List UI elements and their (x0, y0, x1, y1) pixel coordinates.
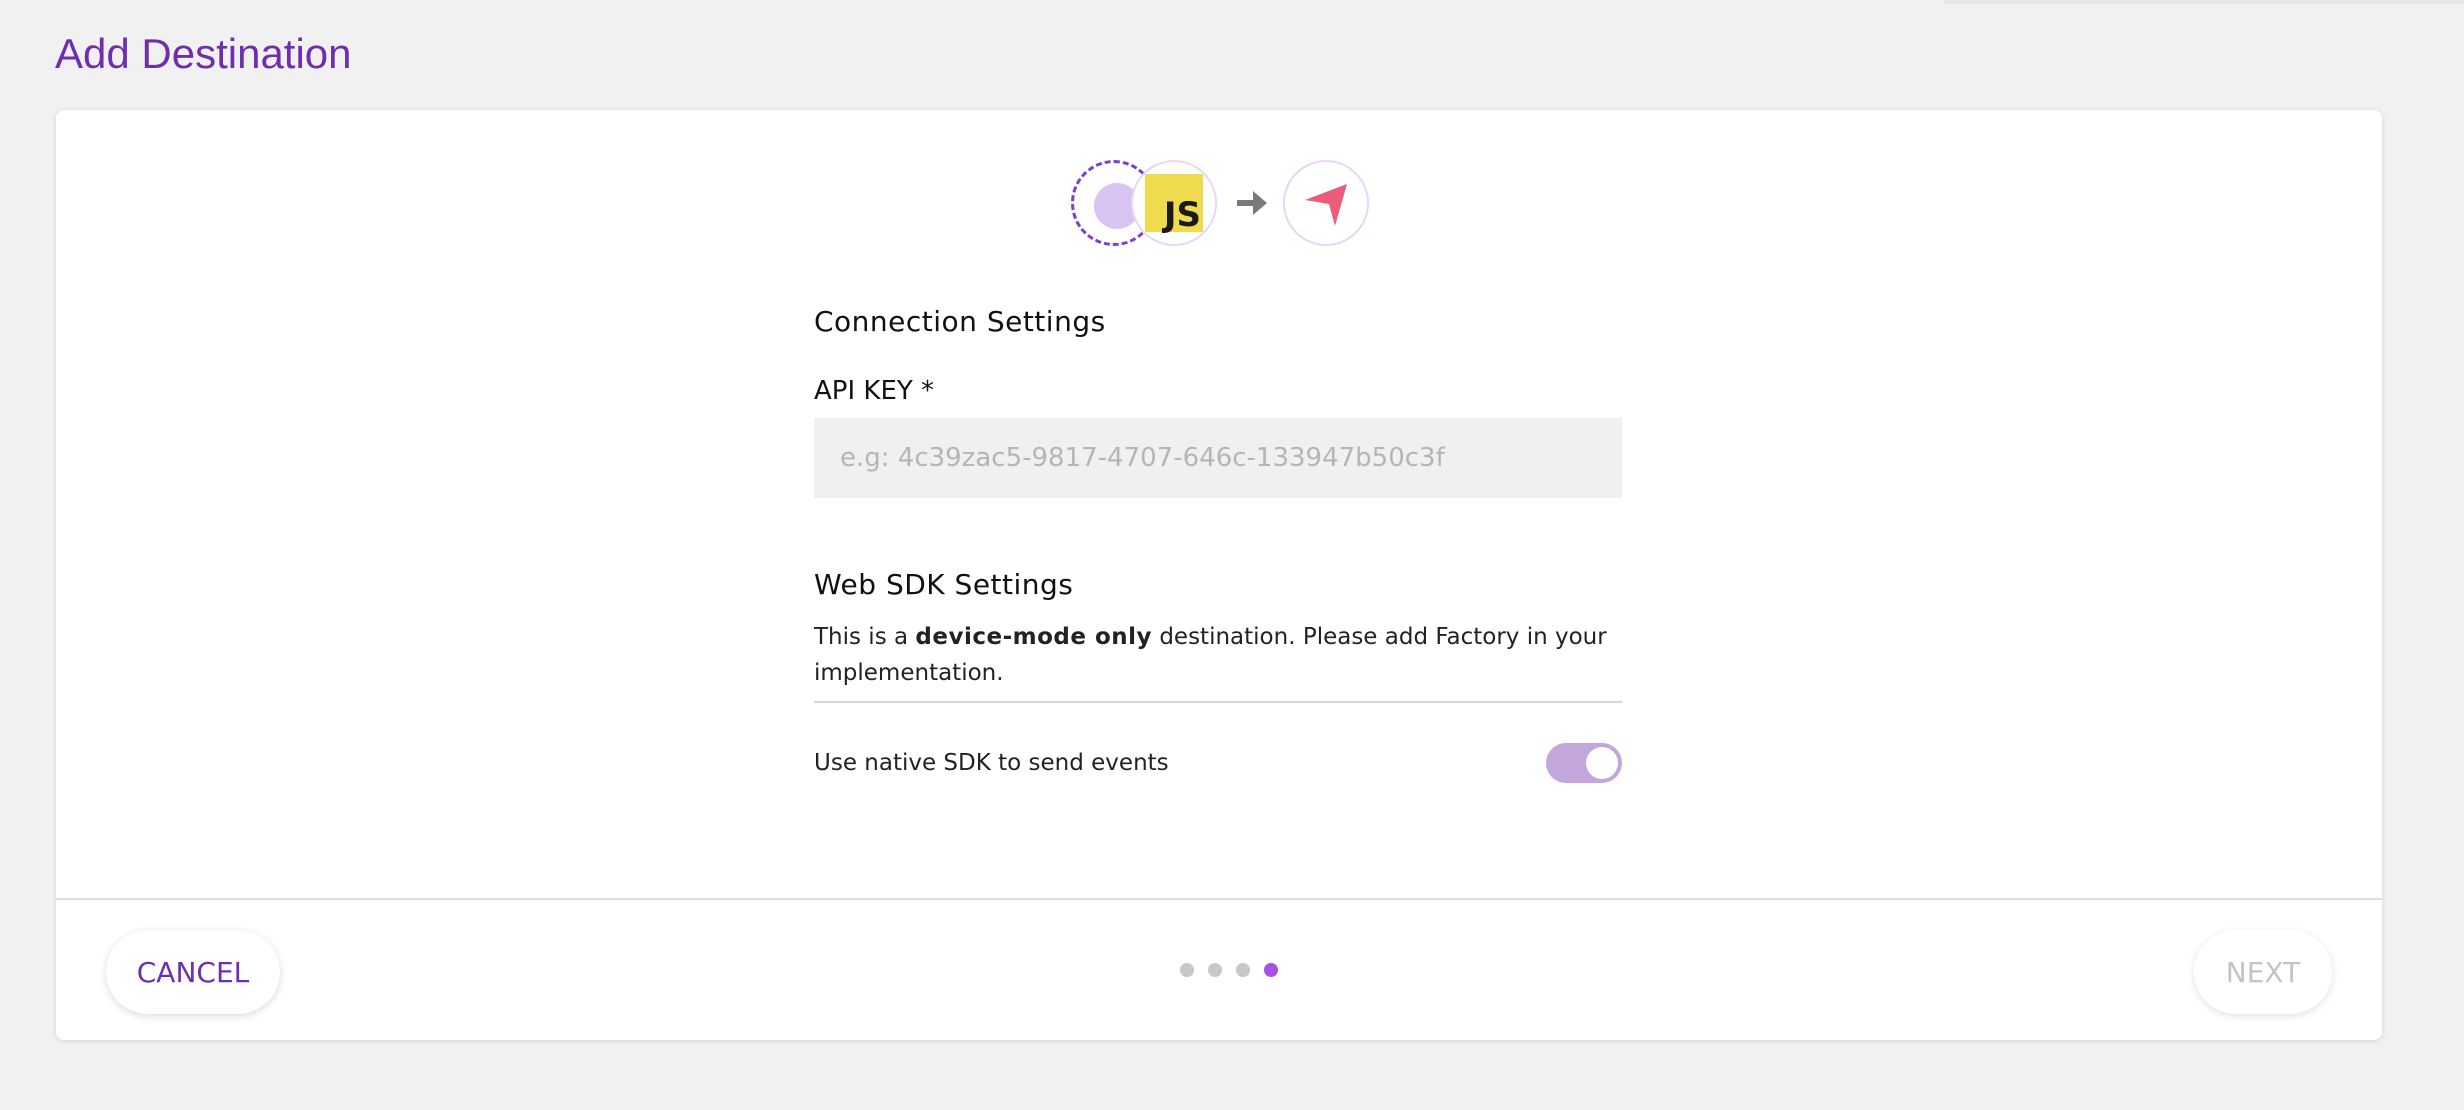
desc-bold: device-mode only (915, 624, 1153, 650)
step-indicator (1180, 963, 1278, 977)
step-dot (1208, 963, 1222, 977)
native-sdk-toggle[interactable] (1546, 743, 1622, 783)
step-dot (1180, 963, 1194, 977)
web-sdk-settings-title: Web SDK Settings (814, 568, 1074, 601)
connection-form: Connection Settings API KEY * Web SDK Se… (814, 305, 1622, 783)
api-key-input[interactable] (814, 418, 1622, 498)
cancel-button[interactable]: CANCEL (106, 930, 280, 1014)
destination-logo-icon (1283, 160, 1369, 246)
destination-logo-shape (1305, 184, 1347, 226)
top-right-strip (1944, 0, 2464, 4)
step-dot-active (1264, 963, 1278, 977)
next-button[interactable]: NEXT (2194, 930, 2332, 1014)
desc-prefix: This is a (814, 624, 916, 650)
step-dot (1236, 963, 1250, 977)
native-sdk-label: Use native SDK to send events (814, 750, 1169, 776)
native-sdk-row: Use native SDK to send events (814, 743, 1622, 783)
connection-settings-title: Connection Settings (814, 305, 1106, 338)
add-destination-card: JS Connection Settings API KEY * Web SDK… (56, 110, 2382, 1040)
api-key-label: API KEY * (814, 376, 935, 406)
toggle-knob (1586, 747, 1618, 779)
javascript-sdk-icon: JS (1131, 160, 1217, 246)
arrow-right-icon (1237, 191, 1267, 215)
web-sdk-description: This is a device-mode only destination. … (814, 619, 1622, 703)
connection-icons: JS (1071, 160, 1431, 250)
js-badge: JS (1145, 174, 1203, 232)
page-title: Add Destination (55, 30, 352, 78)
footer-divider (56, 898, 2382, 900)
